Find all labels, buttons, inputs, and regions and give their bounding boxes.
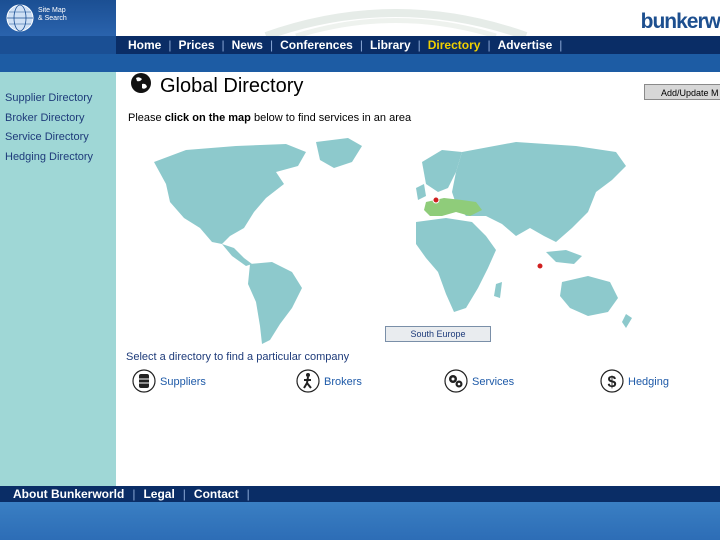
map-instruction: Please click on the map below to find se…	[128, 112, 411, 124]
map-uk[interactable]	[416, 184, 426, 200]
nav-separator: |	[359, 38, 363, 52]
nav-separator: |	[559, 38, 563, 52]
brand-logo[interactable]: bunkerw	[641, 10, 720, 34]
world-map[interactable]	[126, 132, 634, 346]
globe-icon	[131, 73, 151, 93]
suppliers-label: Suppliers	[160, 376, 206, 388]
header-banner: bunkerw	[116, 0, 720, 36]
brokers-label: Brokers	[324, 376, 362, 388]
banner-watermark-icon	[264, 9, 528, 36]
sidebar-item-supplier-directory[interactable]: Supplier Directory	[5, 92, 92, 104]
nav-left-block	[0, 36, 116, 54]
nav-home[interactable]: Home	[128, 38, 161, 52]
map-central-america[interactable]	[222, 244, 252, 266]
nav-library[interactable]: Library	[370, 38, 411, 52]
nav-news[interactable]: News	[232, 38, 263, 52]
map-australia[interactable]	[560, 276, 618, 316]
map-new-zealand[interactable]	[622, 314, 632, 328]
add-update-button[interactable]: Add/Update M	[644, 84, 720, 100]
globe-icon	[6, 4, 34, 32]
nav-separator: |	[487, 38, 491, 52]
sidebar: Supplier Directory Broker Directory Serv…	[0, 72, 116, 486]
page-title: Global Directory	[160, 75, 304, 97]
nav-conferences[interactable]: Conferences	[280, 38, 353, 52]
footer-nav: About Bunkerworld | Legal | Contact |	[0, 486, 720, 502]
barrel-icon	[132, 369, 156, 393]
map-greenland[interactable]	[316, 138, 362, 168]
svg-text:$: $	[608, 374, 617, 391]
footer-separator: |	[132, 487, 136, 501]
nav-prices[interactable]: Prices	[178, 38, 214, 52]
map-madagascar[interactable]	[494, 282, 502, 298]
nav-directory[interactable]: Directory	[428, 38, 481, 52]
instruction-bold: click on the map	[164, 112, 251, 124]
map-asia[interactable]	[452, 142, 626, 242]
sub-nav-strip	[0, 54, 720, 72]
map-south-america[interactable]	[248, 262, 302, 344]
nav-items: Home | Prices | News | Conferences | Library | Dir…	[128, 38, 569, 52]
footer-items: About Bunkerworld | Legal | Contact |	[13, 487, 258, 501]
site-map-link[interactable]: Site Map & Search	[38, 7, 67, 23]
nav-separator: |	[269, 38, 274, 52]
map-marker-europe[interactable]	[432, 196, 440, 204]
hedging-label: Hedging	[628, 376, 669, 388]
selected-region-label: South Europe	[385, 326, 491, 342]
site-map-line2: & Search	[38, 15, 67, 22]
bottom-bar	[0, 502, 720, 540]
walking-person-icon	[296, 369, 320, 393]
nav-separator: |	[417, 38, 421, 52]
nav-separator: |	[221, 38, 225, 52]
footer-about[interactable]: About Bunkerworld	[13, 487, 124, 501]
footer-contact[interactable]: Contact	[194, 487, 239, 501]
services-label: Services	[472, 376, 515, 388]
sidebar-item-broker-directory[interactable]: Broker Directory	[5, 112, 84, 124]
top-nav: Home | Prices | News | Conferences | Library | Dir…	[0, 36, 720, 54]
footer-separator: |	[182, 487, 186, 501]
instruction-pre: Please	[128, 112, 165, 124]
map-africa[interactable]	[416, 218, 496, 312]
dollar-icon: $	[600, 369, 624, 393]
nav-separator: |	[168, 38, 172, 52]
map-north-america[interactable]	[154, 144, 306, 244]
map-marker-singapore[interactable]	[536, 262, 544, 270]
sidebar-item-hedging-directory[interactable]: Hedging Directory	[5, 151, 93, 163]
gears-icon	[444, 369, 468, 393]
site-map-search-block[interactable]: Site Map & Search	[0, 0, 116, 36]
nav-advertise[interactable]: Advertise	[498, 38, 553, 52]
footer-separator: |	[246, 487, 250, 501]
map-se-asia[interactable]	[546, 250, 582, 264]
sidebar-item-service-directory[interactable]: Service Directory	[5, 131, 89, 143]
footer-legal[interactable]: Legal	[143, 487, 174, 501]
select-directory-text: Select a directory to find a particular …	[126, 351, 350, 363]
site-map-line1: Site Map	[38, 7, 66, 14]
main-content: Global Directory Add/Update M Please cli…	[116, 72, 720, 486]
instruction-post: below to find services in an area	[250, 112, 412, 124]
